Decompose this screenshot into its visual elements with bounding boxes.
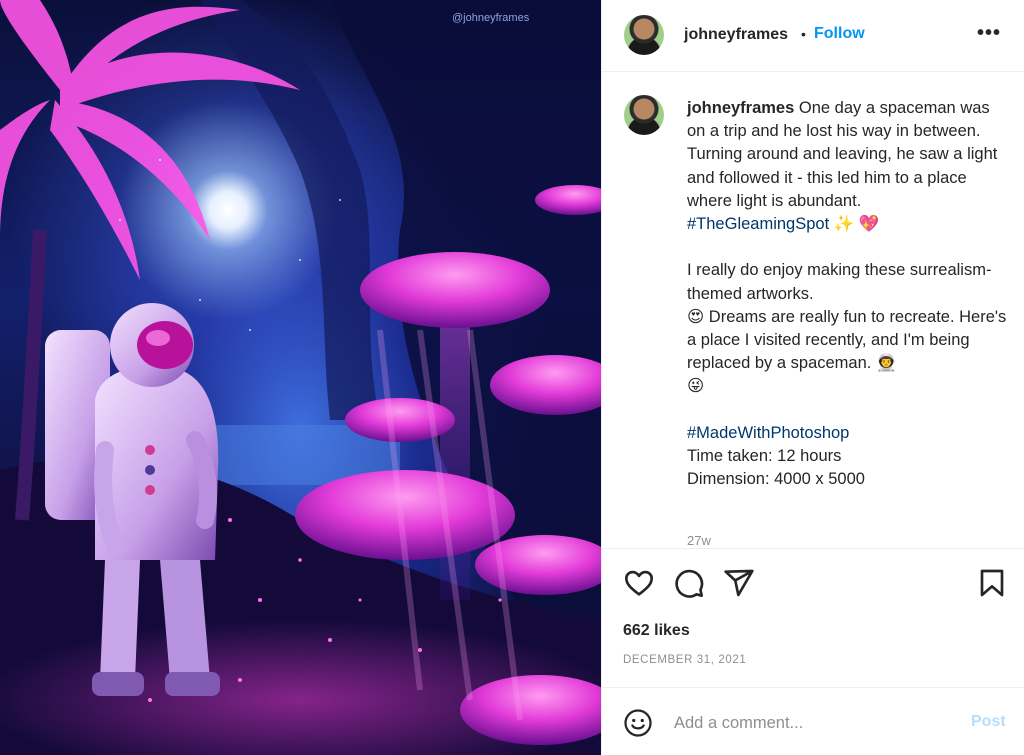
author-avatar[interactable]: [624, 15, 664, 55]
save-bookmark-icon[interactable]: [976, 567, 1008, 599]
post-image[interactable]: @johneyframes: [0, 0, 601, 755]
post-comment-button[interactable]: Post: [971, 713, 1006, 731]
likes-count[interactable]: 662 likes: [623, 622, 690, 640]
caption-paragraph2-a: I really do enjoy making these surrealis…: [687, 261, 992, 303]
hashtag-madewithphotoshop[interactable]: #MadeWithPhotoshop: [687, 422, 1007, 445]
caption-paragraph2-b: 😍 Dreams are really fun to recreate. Her…: [687, 307, 1007, 373]
caption-username[interactable]: johneyframes: [687, 99, 794, 117]
caption-time-taken: Time taken: 12 hours: [687, 447, 842, 466]
like-heart-icon[interactable]: [623, 567, 655, 599]
add-comment-bar: Post: [602, 687, 1024, 755]
caption-emojis: ✨ 💖: [833, 215, 880, 234]
author-username[interactable]: johneyframes: [684, 26, 788, 44]
post-caption: johneyframes One day a spaceman was on a…: [687, 97, 1007, 491]
comments-section[interactable]: johneyframes One day a spaceman was on a…: [602, 73, 1024, 548]
post-header: johneyframes • Follow •••: [602, 0, 1024, 72]
caption-text-line2: Turning around and leaving, he saw a lig…: [687, 145, 998, 210]
comment-input[interactable]: [674, 710, 944, 736]
post-actions: 662 likes DECEMBER 31, 2021: [602, 548, 1024, 686]
more-options-icon[interactable]: •••: [977, 22, 1001, 45]
artwork-illustration: [0, 0, 601, 755]
caption-paragraph2-c: 😜: [687, 377, 705, 396]
watermark-text: @johneyframes: [452, 12, 530, 24]
comment-bubble-icon[interactable]: [673, 567, 705, 599]
share-paper-plane-icon[interactable]: [723, 567, 755, 599]
hashtag-thegleamingspot[interactable]: #TheGleamingSpot: [687, 215, 829, 233]
caption-author-avatar[interactable]: [624, 95, 664, 135]
emoji-smiley-icon[interactable]: [623, 708, 653, 738]
caption-time-ago: 27w: [687, 533, 711, 548]
post-side-panel: johneyframes • Follow ••• johneyframes O…: [601, 0, 1024, 755]
header-separator: •: [801, 26, 806, 42]
post-date: DECEMBER 31, 2021: [623, 654, 747, 666]
caption-dimension: Dimension: 4000 x 5000: [687, 470, 865, 489]
follow-button[interactable]: Follow: [814, 25, 865, 43]
